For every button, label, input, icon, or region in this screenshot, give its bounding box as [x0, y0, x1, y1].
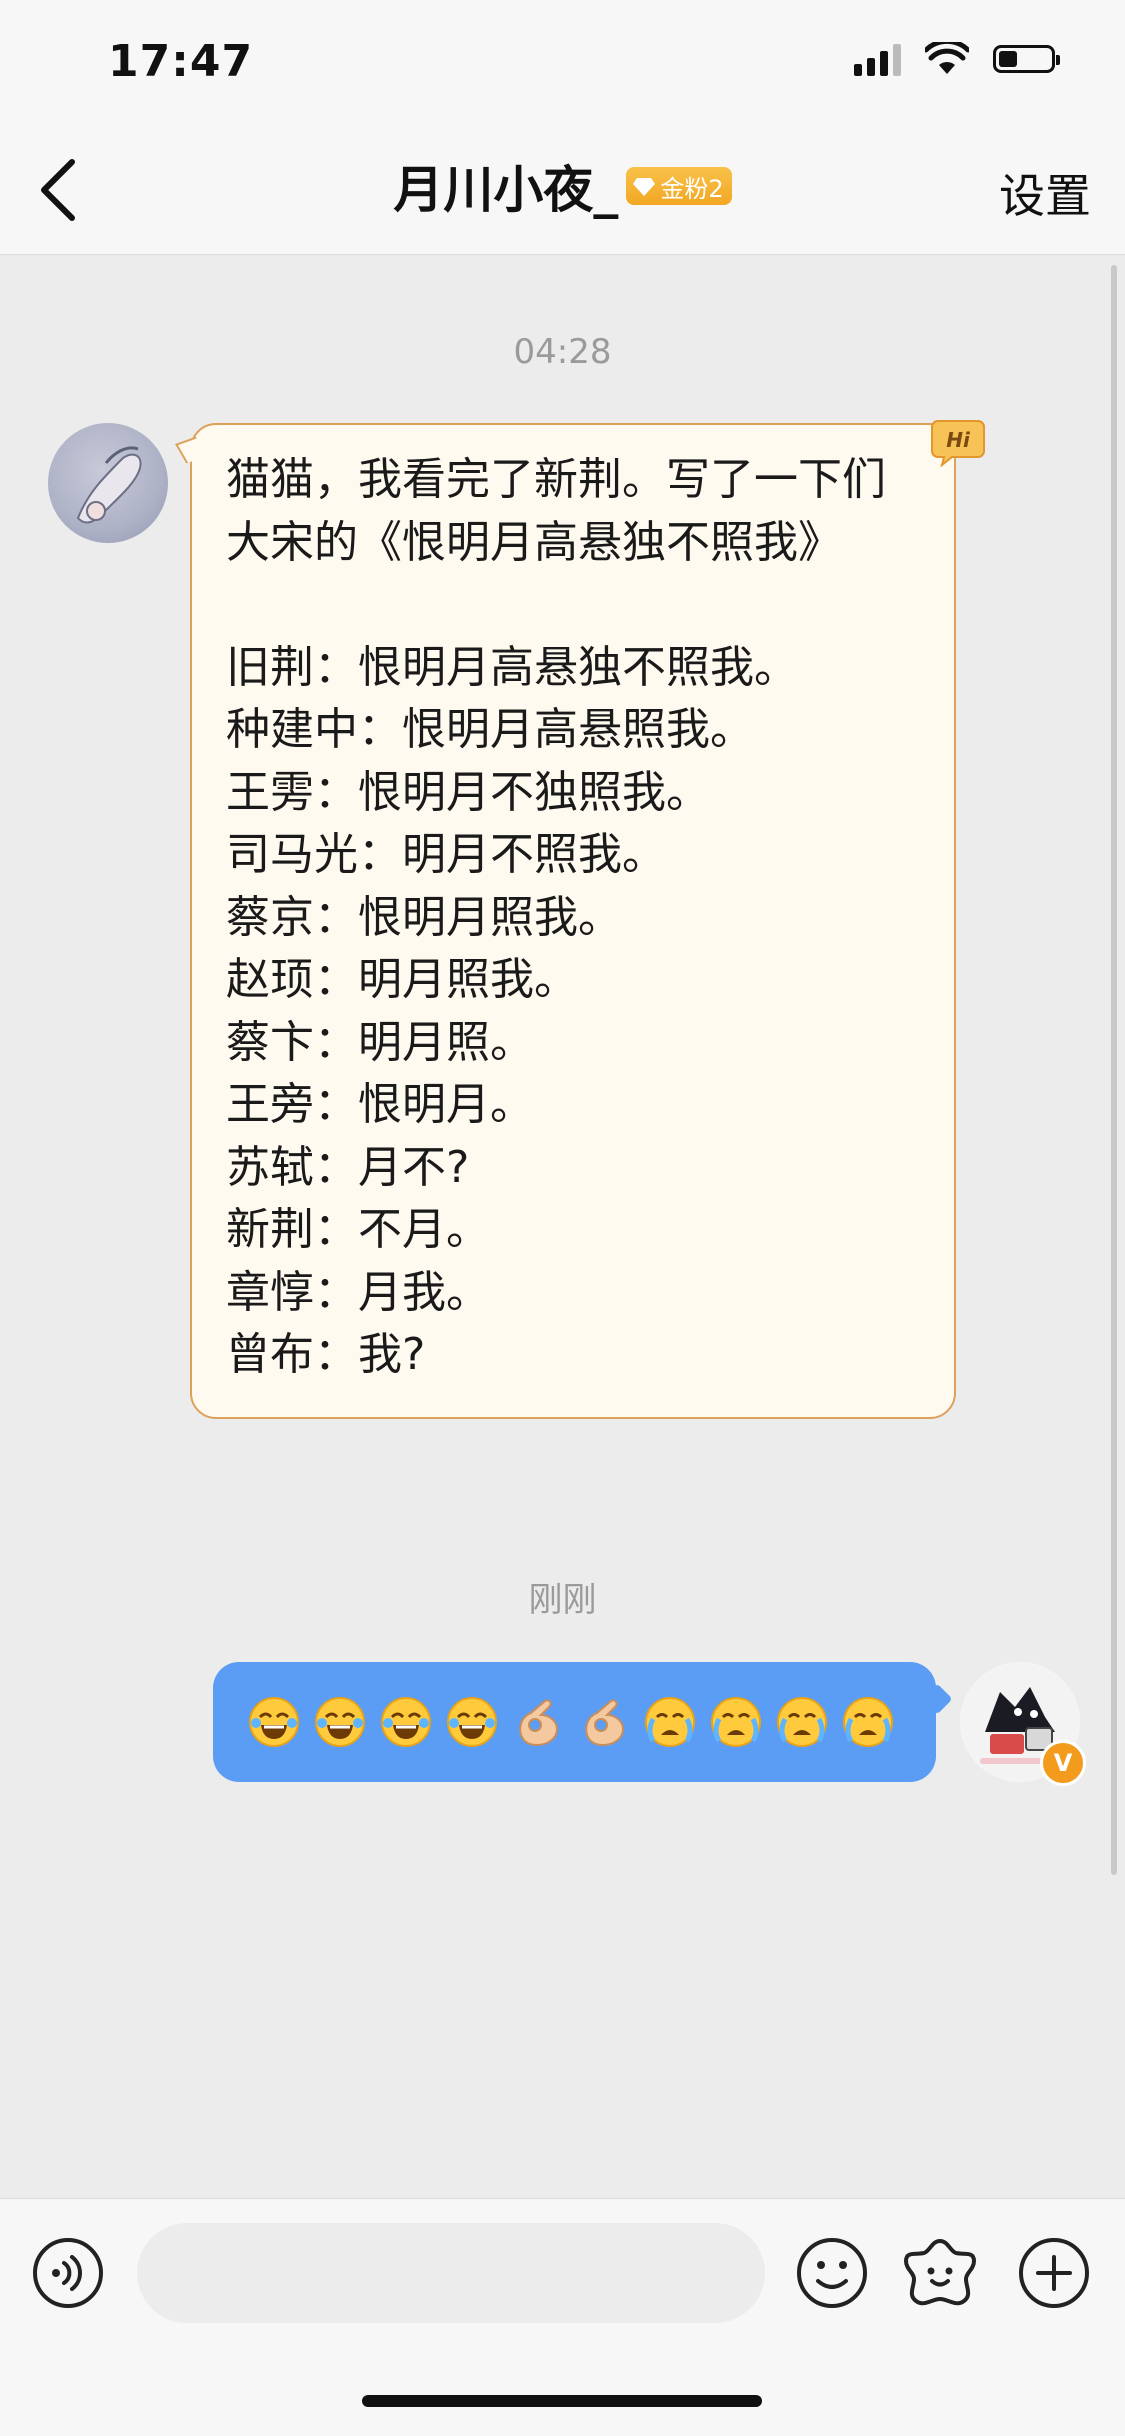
battery-icon — [993, 45, 1060, 73]
fan-level-label: 金粉2 — [660, 174, 724, 203]
nav-title-group: 月川小夜_ 金粉2 — [0, 150, 1125, 222]
emoji-icon[interactable] — [794, 2235, 870, 2311]
voice-icon[interactable] — [30, 2235, 106, 2311]
sticker-icon[interactable] — [902, 2235, 978, 2311]
contact-avatar[interactable] — [48, 423, 168, 543]
incoming-message-bubble[interactable]: Hi 猫猫，我看完了新荆。写了一下们大宋的《恨明月高悬独不照我》 旧荆：恨明月高… — [175, 420, 985, 1419]
message-timestamp: 刚刚 — [528, 1580, 597, 1620]
avatar-image — [76, 446, 142, 524]
cellular-signal-icon — [854, 42, 901, 76]
crying-emoji — [777, 1697, 827, 1747]
chat-screen: 17:47 月川小夜_ 金粉2 设置 04:28 Hi 猫猫，我看完了新荆。写了… — [0, 0, 1125, 2436]
tears-of-joy-emoji — [381, 1697, 431, 1747]
battery-level — [999, 51, 1017, 67]
crying-emoji — [843, 1697, 893, 1747]
tears-of-joy-emoji — [447, 1697, 497, 1747]
ok-hand-emoji — [519, 1699, 559, 1747]
top-bar: 17:47 月川小夜_ 金粉2 设置 — [0, 0, 1125, 255]
crying-emoji — [711, 1697, 761, 1747]
verified-badge-icon: V — [1040, 1740, 1086, 1786]
self-avatar[interactable]: V — [960, 1662, 1086, 1786]
message-timestamp: 04:28 — [513, 332, 612, 372]
message-text: 猫猫，我看完了新荆。写了一下们大宋的《恨明月高悬独不照我》 旧荆：恨明月高悬独不… — [226, 454, 886, 1380]
home-indicator[interactable] — [362, 2395, 762, 2407]
crying-emoji — [645, 1697, 695, 1747]
page-title: 月川小夜_ — [393, 161, 619, 219]
settings-button[interactable]: 设置 — [999, 160, 1091, 226]
wifi-icon — [925, 42, 969, 74]
tears-of-joy-emoji — [249, 1697, 299, 1747]
plus-icon[interactable] — [1016, 2235, 1092, 2311]
svg-text:Hi: Hi — [946, 428, 971, 452]
gem-icon — [633, 178, 656, 196]
message-input[interactable] — [137, 2223, 765, 2323]
fan-level-badge: 金粉2 — [626, 167, 732, 205]
status-icons — [854, 42, 1060, 76]
hi-icon: Hi — [931, 420, 985, 467]
tears-of-joy-emoji — [315, 1697, 365, 1747]
outgoing-message-bubble[interactable] — [213, 1662, 936, 1782]
status-time: 17:47 — [108, 36, 254, 87]
ok-hand-emoji — [585, 1699, 625, 1747]
scrollbar[interactable] — [1111, 265, 1117, 1875]
